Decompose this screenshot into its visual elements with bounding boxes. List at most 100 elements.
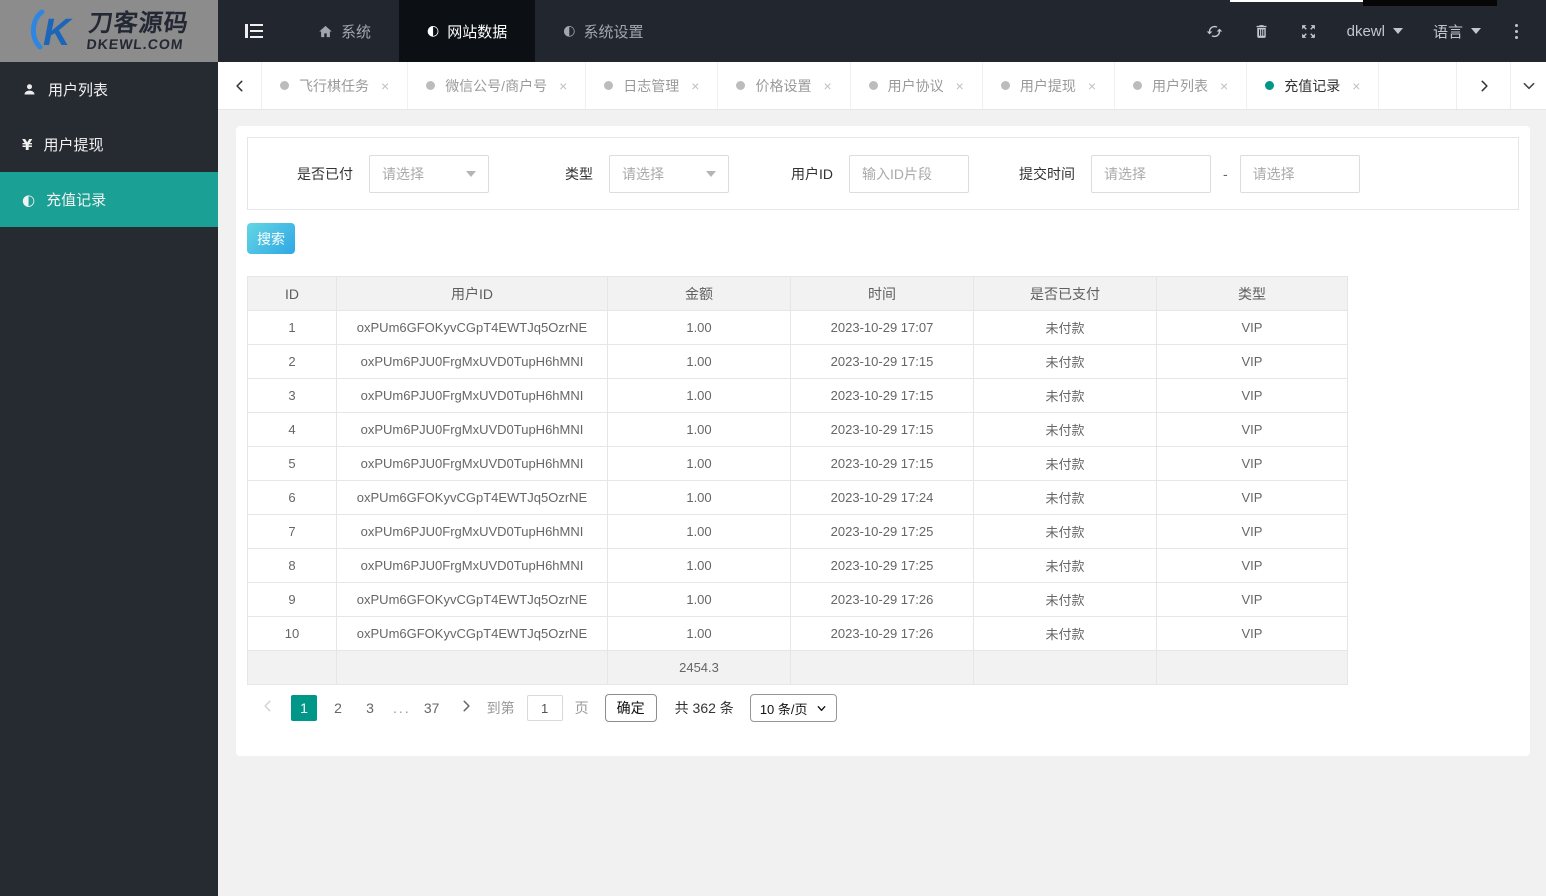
goto-page-input[interactable] <box>526 695 563 721</box>
chevron-down-icon <box>817 705 825 711</box>
tab-status-dot <box>604 81 614 90</box>
prev-page-button[interactable] <box>261 699 275 718</box>
chevron-right-icon <box>1480 80 1488 91</box>
tab-label: 用户协议 <box>887 77 944 94</box>
next-page-button[interactable] <box>459 699 473 718</box>
cell-amount: 1.00 <box>607 582 791 617</box>
goto-page-label: 到第 <box>486 700 515 716</box>
sidebar-item-label: 充值记录 <box>46 192 107 209</box>
cell-type: VIP <box>1156 548 1348 583</box>
tab-close-icon[interactable]: × <box>823 78 831 94</box>
filter-type-select[interactable]: 请选择 <box>609 154 729 193</box>
tab-item-7-recharge-records[interactable]: 充值记录 × <box>1247 62 1380 109</box>
cell-id: 8 <box>247 548 337 583</box>
cell-id: 2 <box>247 344 337 379</box>
tabs-list: 飞行棋任务 × 微信公号/商户号 × 日志管理 × 价格设置 × 用户协议 × 用户提现 ×… <box>262 62 1456 109</box>
tab-label: 微信公号/商户号 <box>445 77 548 94</box>
table-row: 5 oxPUm6PJU0FrgMxUVD0TupH6hMNI 1.00 2023… <box>247 446 1348 481</box>
cell-user-id: oxPUm6PJU0FrgMxUVD0TupH6hMNI <box>336 344 608 379</box>
tab-status-dot <box>280 81 289 90</box>
tab-close-icon[interactable]: × <box>381 78 389 94</box>
filter-time-to-input[interactable] <box>1239 154 1360 193</box>
page-number[interactable]: 2 <box>327 700 349 716</box>
tab-close-icon[interactable]: × <box>559 78 567 94</box>
sidebar-toggle-button[interactable] <box>218 0 290 62</box>
cell-id: 3 <box>247 378 337 413</box>
filter-userid-input[interactable] <box>849 154 969 193</box>
cell-user-id: oxPUm6GFOKyvCGpT4EWTJq5OzrNE <box>336 480 608 515</box>
cell-time: 2023-10-29 17:26 <box>790 582 974 617</box>
cell-time: 2023-10-29 17:07 <box>790 310 974 345</box>
home-icon <box>319 25 332 37</box>
tab-close-icon[interactable]: × <box>956 78 964 94</box>
cell-type: VIP <box>1156 616 1348 651</box>
page-number-last[interactable]: 37 <box>421 700 443 716</box>
tab-item-5[interactable]: 用户提现 × <box>983 62 1116 109</box>
cell-paid-status: 未付款 <box>973 310 1157 345</box>
page-size-select[interactable]: 10 条/页 <box>749 694 837 722</box>
nav-item-site-data[interactable]: ◐ 网站数据 <box>399 0 536 62</box>
tab-label: 用户列表 <box>1152 77 1209 94</box>
summary-empty <box>790 650 974 685</box>
cell-time: 2023-10-29 17:15 <box>790 344 974 379</box>
tab-item-1[interactable]: 微信公号/商户号 × <box>408 62 587 109</box>
sidebar-item-recharge-records[interactable]: ◐ 充值记录 <box>0 172 218 227</box>
language-dropdown[interactable]: 语言 <box>1433 21 1481 42</box>
nav-item-system-settings[interactable]: ◐ 系统设置 <box>535 0 671 62</box>
table-row: 3 oxPUm6PJU0FrgMxUVD0TupH6hMNI 1.00 2023… <box>247 378 1348 413</box>
table-row: 8 oxPUm6PJU0FrgMxUVD0TupH6hMNI 1.00 2023… <box>247 548 1348 583</box>
tab-close-icon[interactable]: × <box>1220 78 1228 94</box>
tab-close-icon[interactable]: × <box>691 78 699 94</box>
summary-empty <box>1156 650 1348 685</box>
search-button[interactable]: 搜索 <box>247 223 295 254</box>
cell-type: VIP <box>1156 344 1348 379</box>
tab-item-3[interactable]: 价格设置 × <box>718 62 851 109</box>
column-header-time: 时间 <box>790 276 974 311</box>
cell-paid-status: 未付款 <box>973 616 1157 651</box>
refresh-icon[interactable] <box>1206 23 1223 40</box>
tabs-menu-button[interactable] <box>1510 62 1546 109</box>
tab-status-dot <box>426 81 436 90</box>
cell-user-id: oxPUm6PJU0FrgMxUVD0TupH6hMNI <box>336 446 608 481</box>
nav-item-system[interactable]: 系统 <box>290 0 399 62</box>
summary-empty <box>336 650 608 685</box>
goto-confirm-button[interactable]: 确定 <box>604 694 657 722</box>
filter-paid-select[interactable]: 请选择 <box>369 154 489 193</box>
user-dropdown[interactable]: dkewl <box>1347 23 1403 40</box>
page-size-value: 10 条/页 <box>759 701 808 717</box>
cell-id: 6 <box>247 480 337 515</box>
cell-time: 2023-10-29 17:15 <box>790 378 974 413</box>
fullscreen-icon[interactable] <box>1300 23 1317 40</box>
tab-close-icon[interactable]: × <box>1088 78 1096 94</box>
filter-time-from-input[interactable] <box>1091 154 1211 193</box>
tab-item-4[interactable]: 用户协议 × <box>851 62 983 109</box>
cell-user-id: oxPUm6GFOKyvCGpT4EWTJq5OzrNE <box>336 582 608 617</box>
cell-type: VIP <box>1156 412 1348 447</box>
sidebar-item-user-list[interactable]: 用户列表 <box>0 62 218 117</box>
user-icon <box>24 84 35 95</box>
tabs-scroll-right-button[interactable] <box>1456 62 1510 109</box>
menu-icon <box>245 24 263 38</box>
sidebar-item-user-withdraw[interactable]: ¥ 用户提现 <box>0 117 218 172</box>
summary-amount-total: 2454.3 <box>607 650 791 685</box>
cell-amount: 1.00 <box>607 310 791 345</box>
tab-status-dot <box>736 81 746 90</box>
tab-close-icon[interactable]: × <box>1352 78 1360 94</box>
column-header-id: ID <box>247 276 337 311</box>
tab-item-2[interactable]: 日志管理 × <box>586 62 719 109</box>
cell-user-id: oxPUm6PJU0FrgMxUVD0TupH6hMNI <box>336 548 608 583</box>
tab-item-6[interactable]: 用户列表 × <box>1115 62 1248 109</box>
yen-icon: ¥ <box>22 135 33 154</box>
tab-item-0[interactable]: 飞行棋任务 × <box>262 62 409 109</box>
page-number[interactable]: 3 <box>359 700 381 716</box>
half-circle-icon: ◐ <box>22 190 36 209</box>
trash-icon[interactable] <box>1253 23 1270 40</box>
nav-item-label: 系统 <box>341 23 372 41</box>
page-number-current[interactable]: 1 <box>291 695 317 721</box>
more-vertical-icon[interactable] <box>1511 20 1522 43</box>
brand-k-icon: K <box>31 9 73 54</box>
tabs-scroll-left-button[interactable] <box>218 62 262 109</box>
filter-time-label: 提交时间 <box>1019 165 1075 182</box>
tabs-controls <box>1456 62 1546 109</box>
cell-id: 10 <box>247 616 337 651</box>
